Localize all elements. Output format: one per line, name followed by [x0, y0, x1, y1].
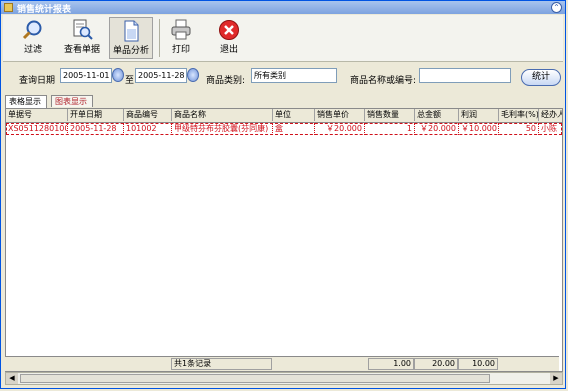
profit-total: 10.00: [458, 358, 498, 370]
column-header[interactable]: 总金额: [415, 109, 459, 121]
table-cell: 50: [499, 123, 539, 135]
date-from-spin[interactable]: [112, 68, 124, 82]
column-header[interactable]: 单据号: [6, 109, 68, 121]
view-document-icon: [73, 19, 93, 40]
column-header[interactable]: 利润: [459, 109, 499, 121]
table-cell: XS051128010001: [6, 123, 68, 135]
filter-bar: 查询日期 2005-11-01 至 2005-11-28 商品类别: 所有类别 …: [1, 63, 567, 93]
view-document-button-label: 查看单据: [63, 45, 100, 55]
table-row[interactable]: XS051128010001 2005-11-28 101002 甲级特芬布芬胶…: [6, 123, 562, 135]
tab-table[interactable]: 表格显示: [5, 95, 47, 108]
sales-table: 单据号 开单日期 商品编号 商品名称 单位 销售单价 销售数量 总金额 利润 毛…: [5, 108, 563, 372]
column-header[interactable]: 销售单价: [315, 109, 365, 121]
scroll-right-icon[interactable]: ▶: [550, 373, 562, 384]
date-from-field[interactable]: 2005-11-01: [60, 68, 112, 83]
exit-button-label: 退出: [219, 45, 238, 55]
column-header[interactable]: 商品编号: [124, 109, 172, 121]
horizontal-scrollbar[interactable]: ◀ ▶: [5, 372, 563, 385]
column-header[interactable]: 销售数量: [365, 109, 415, 121]
magnifier-icon: [22, 20, 42, 40]
toolbar: 过滤 查看单据 单品分析 打印 退出: [3, 15, 563, 62]
table-header: 单据号 开单日期 商品编号 商品名称 单位 销售单价 销售数量 总金额 利润 毛…: [6, 109, 562, 123]
qty-total: 1.00: [368, 358, 414, 370]
table-footer: 共1条记录 1.00 20.00 10.00: [5, 356, 559, 371]
column-header[interactable]: 单位: [273, 109, 315, 121]
document-icon: [124, 20, 139, 42]
table-cell: 甲级特芬布芬胶囊(芬同康): [172, 123, 273, 135]
record-count: 共1条记录: [171, 358, 272, 370]
scroll-left-icon[interactable]: ◀: [6, 373, 18, 384]
table-cell: 101002: [124, 123, 172, 135]
exit-button[interactable]: 退出: [207, 17, 251, 59]
app-icon: [4, 3, 13, 12]
table-cell: 小陈: [539, 123, 562, 135]
view-document-button[interactable]: 查看单据: [60, 17, 104, 59]
column-header[interactable]: 经办人: [539, 109, 562, 121]
name-code-label: 商品名称或编号:: [350, 76, 417, 86]
filter-button-label: 过滤: [23, 45, 42, 55]
column-header[interactable]: 商品名称: [172, 109, 273, 121]
print-button[interactable]: 打印: [159, 17, 203, 59]
printer-icon: [171, 19, 191, 40]
title-bar: 销售统计报表 ⌃: [1, 1, 565, 15]
table-cell: 1: [365, 123, 415, 135]
query-date-label: 查询日期: [19, 76, 56, 86]
print-button-label: 打印: [171, 45, 190, 55]
table-cell: ￥20.000: [315, 123, 365, 135]
category-label: 商品类别:: [206, 76, 246, 86]
table-cell: 2005-11-28: [68, 123, 124, 135]
date-to-field[interactable]: 2005-11-28: [135, 68, 187, 83]
table-cell: ￥20.000: [415, 123, 459, 135]
category-field[interactable]: 所有类别: [251, 68, 337, 83]
window-close-button[interactable]: ⌃: [551, 2, 562, 13]
item-analysis-button[interactable]: 单品分析: [109, 17, 153, 59]
report-window: 销售统计报表 ⌃ 过滤 查看单据 单品分析 打印 退出 查询日期 2005-11…: [0, 0, 566, 389]
item-analysis-button-label: 单品分析: [112, 46, 149, 56]
scroll-thumb[interactable]: [20, 374, 490, 383]
column-header[interactable]: 开单日期: [68, 109, 124, 121]
table-cell: ￥10.000: [461, 123, 499, 135]
tab-chart[interactable]: 图表显示: [51, 95, 93, 107]
table-cell: 盒: [273, 123, 315, 135]
date-to-spin[interactable]: [187, 68, 199, 82]
window-title: 销售统计报表: [17, 5, 72, 15]
column-header[interactable]: 毛利率(%): [499, 109, 539, 121]
to-label: 至: [125, 76, 135, 86]
filter-button[interactable]: 过滤: [11, 17, 55, 59]
name-code-field[interactable]: [419, 68, 511, 83]
exit-icon: [219, 20, 239, 40]
amount-total: 20.00: [414, 358, 458, 370]
stat-button[interactable]: 统计: [521, 69, 561, 86]
